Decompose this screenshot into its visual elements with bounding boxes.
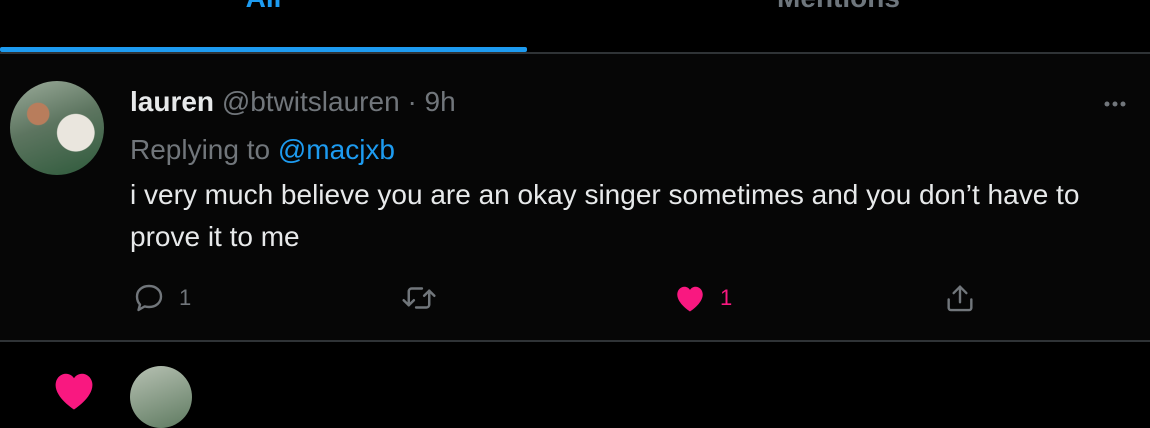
notification-tabs: All Mentions: [0, 0, 1150, 54]
tweet-text: i very much believe you are an okay sing…: [130, 179, 1080, 252]
like-count: 1: [720, 285, 733, 310]
active-tab-indicator: [0, 47, 527, 52]
user-handle[interactable]: @btwitslauren: [222, 86, 400, 117]
replying-to-mention[interactable]: @macjxb: [278, 134, 395, 165]
reply-count: 1: [179, 285, 192, 310]
share-icon: [947, 285, 973, 312]
tweet[interactable]: lauren @btwitslauren · 9h Replying to @m…: [0, 54, 1150, 340]
share-button[interactable]: [943, 280, 977, 316]
tweet-divider: [0, 340, 1150, 342]
next-notification-avatar[interactable]: [130, 366, 192, 428]
separator-dot: ·: [407, 86, 417, 117]
heart-filled-icon: [677, 286, 703, 312]
tweet-header: lauren @btwitslauren · 9h: [130, 86, 456, 118]
reply-icon: [135, 284, 163, 312]
reply-button[interactable]: 1: [131, 280, 191, 316]
display-name[interactable]: lauren: [130, 86, 214, 117]
avatar[interactable]: [10, 81, 104, 175]
next-notification-heart-icon: [48, 368, 100, 417]
like-button[interactable]: 1: [672, 280, 732, 316]
replying-to-line: Replying to @macjxb: [130, 134, 395, 166]
more-options-icon[interactable]: [1104, 84, 1126, 115]
timestamp[interactable]: 9h: [425, 86, 456, 117]
retweet-icon: [402, 287, 436, 309]
retweet-button[interactable]: [400, 280, 438, 316]
tab-all[interactable]: All: [0, 0, 527, 14]
tab-mentions[interactable]: Mentions: [527, 0, 1150, 14]
replying-to-label: Replying to: [130, 134, 271, 165]
